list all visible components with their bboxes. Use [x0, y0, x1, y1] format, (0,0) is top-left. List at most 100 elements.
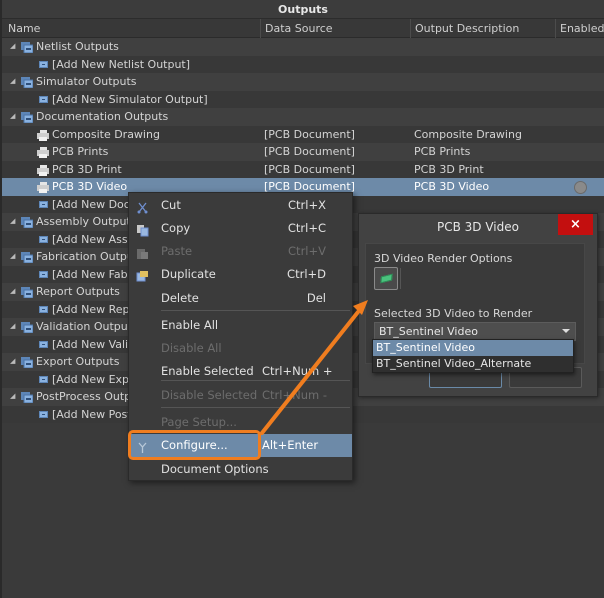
name-cell: Composite Drawing: [2, 126, 260, 144]
printer-icon: [37, 164, 49, 176]
chevron-down-icon[interactable]: [562, 329, 570, 333]
printer-icon: [37, 146, 49, 158]
add-output-icon: [39, 375, 48, 383]
expand-triangle-icon[interactable]: ◢: [10, 318, 15, 336]
output-group-icon: [21, 286, 34, 299]
menu-item-shortcut: Ctrl+Num -: [262, 388, 327, 402]
add-output-icon: [39, 340, 48, 348]
menu-item-shortcut: Del: [306, 291, 326, 305]
render-options-button[interactable]: [374, 267, 398, 290]
close-button[interactable]: ×: [558, 214, 593, 235]
tree-group-row[interactable]: ◢ Documentation Outputs: [2, 108, 604, 126]
column-header-output-description[interactable]: Output Description: [410, 19, 519, 38]
menu-item-shortcut: Alt+Enter: [262, 438, 319, 452]
menu-item-cut[interactable]: Cut Ctrl+X: [129, 194, 352, 217]
expand-triangle-icon[interactable]: ◢: [10, 283, 15, 301]
enabled-cell: [558, 178, 604, 196]
name-cell: PCB 3D Print: [2, 161, 260, 179]
menu-item-document-options[interactable]: Document Options: [129, 458, 352, 481]
output-name: PCB Prints: [52, 145, 109, 158]
tree-group-row[interactable]: ◢ Netlist Outputs: [2, 38, 604, 56]
data-source-cell: [PCB Document]: [264, 127, 355, 141]
name-cell: ◢ Simulator Outputs: [2, 73, 260, 91]
menu-item-delete[interactable]: Delete Del: [129, 287, 352, 310]
output-row[interactable]: Composite Drawing [PCB Document] Composite…: [2, 125, 604, 144]
menu-separator: [161, 380, 350, 381]
expand-triangle-icon[interactable]: ◢: [10, 353, 15, 371]
add-output-icon: [39, 270, 48, 278]
add-output-icon: [39, 60, 48, 68]
menu-item-duplicate[interactable]: Duplicate Ctrl+D: [129, 263, 352, 286]
output-name: PCB 3D Print: [52, 162, 122, 176]
enabled-toggle[interactable]: [574, 181, 587, 194]
output-description-cell: PCB 3D Print: [414, 162, 484, 176]
menu-item-label: Disable Selected: [161, 388, 258, 402]
add-output-label: [Add New PostP: [52, 407, 139, 421]
menu-item-label: Copy: [161, 221, 191, 235]
duplicate-icon: [136, 268, 149, 282]
output-group-icon: [21, 76, 34, 89]
output-group-icon: [21, 111, 34, 124]
pcb-board-icon: [380, 273, 393, 284]
column-header-name[interactable]: Name: [4, 19, 40, 38]
add-output-icon: [39, 410, 48, 418]
video-dropdown-list: BT_Sentinel Video BT_Sentinel Video_Alte…: [372, 339, 574, 373]
selected-video-label: Selected 3D Video to Render: [374, 307, 533, 320]
group-label: Validation Outputs: [36, 320, 138, 333]
output-group-icon: [21, 391, 34, 404]
output-row[interactable]: PCB Prints [PCB Document] PCB Prints: [2, 143, 604, 161]
add-output-label: [Add New Docu: [52, 197, 137, 211]
add-new-output-row[interactable]: [Add New Simulator Output]: [2, 90, 604, 109]
menu-item-label: Duplicate: [161, 267, 216, 281]
menu-separator: [161, 310, 350, 311]
group-label: Report Outputs: [36, 285, 120, 298]
menu-item-shortcut: Ctrl+X: [288, 198, 326, 212]
expand-triangle-icon[interactable]: ◢: [10, 38, 15, 56]
add-output-icon: [39, 235, 48, 243]
output-group-icon: [21, 356, 34, 369]
output-name: Composite Drawing: [52, 127, 160, 141]
menu-item-disable-all[interactable]: Disable All: [129, 337, 352, 360]
menu-item-enable-all[interactable]: Enable All: [129, 314, 352, 337]
group-label: Simulator Outputs: [36, 75, 137, 88]
add-output-label: [Add New Netlist Output]: [52, 57, 191, 71]
video-select-value: BT_Sentinel Video: [379, 325, 478, 338]
group-label: Netlist Outputs: [36, 40, 119, 53]
output-description-cell: PCB 3D Video: [414, 180, 490, 193]
add-output-icon: [39, 200, 48, 208]
annotation-highlight-box: [128, 430, 261, 460]
menu-item-label: Delete: [161, 291, 199, 305]
expand-triangle-icon[interactable]: ◢: [10, 73, 15, 91]
dropdown-option[interactable]: BT_Sentinel Video: [373, 340, 573, 356]
data-source-cell: [PCB Document]: [264, 162, 355, 176]
group-label: Export Outputs: [36, 355, 120, 368]
output-description-cell: PCB Prints: [414, 145, 471, 158]
output-group-icon: [21, 251, 34, 264]
add-output-icon: [39, 305, 48, 313]
expand-triangle-icon[interactable]: ◢: [10, 108, 15, 126]
column-header-enabled[interactable]: Enabled: [555, 19, 604, 38]
name-cell: [Add New Simulator Output]: [2, 91, 260, 109]
menu-separator: [161, 407, 350, 408]
output-row[interactable]: PCB 3D Print [PCB Document] PCB 3D Print: [2, 160, 604, 179]
output-group-icon: [21, 321, 34, 334]
name-cell: ◢ Documentation Outputs: [2, 108, 260, 126]
menu-item-disable-selected[interactable]: Disable Selected Ctrl+Num -: [129, 384, 352, 407]
output-group-icon: [21, 216, 34, 229]
menu-item-shortcut: Ctrl+V: [288, 244, 326, 258]
dropdown-option[interactable]: BT_Sentinel Video_Alternate: [373, 356, 573, 372]
menu-item-paste[interactable]: Paste Ctrl+V: [129, 240, 352, 263]
render-options-label: 3D Video Render Options: [374, 252, 513, 265]
expand-triangle-icon[interactable]: ◢: [10, 213, 15, 231]
copy-icon: [136, 222, 149, 237]
printer-icon: [37, 129, 49, 141]
column-header-data-source[interactable]: Data Source: [260, 19, 333, 38]
tree-group-row[interactable]: ◢ Simulator Outputs: [2, 73, 604, 91]
menu-item-label: Cut: [161, 198, 181, 212]
menu-item-shortcut: Ctrl+C: [287, 221, 326, 235]
expand-triangle-icon[interactable]: ◢: [10, 248, 15, 266]
menu-item-copy[interactable]: Copy Ctrl+C: [129, 217, 352, 240]
output-group-icon: [21, 41, 34, 54]
add-new-output-row[interactable]: [Add New Netlist Output]: [2, 55, 604, 73]
expand-triangle-icon[interactable]: ◢: [10, 388, 15, 406]
